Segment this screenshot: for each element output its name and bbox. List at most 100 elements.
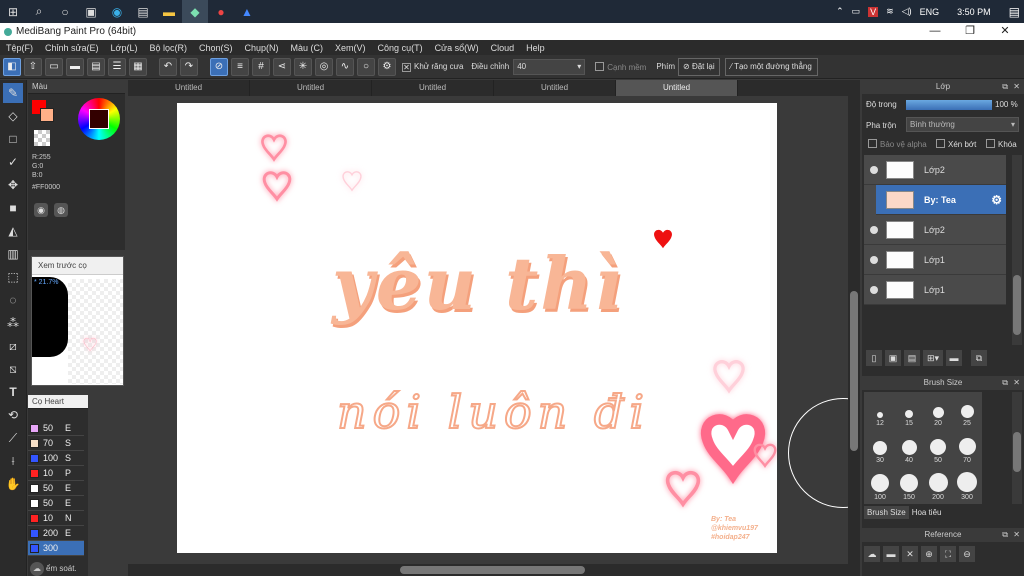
tab-untitled-4[interactable]: Untitled [494,80,616,96]
parallel-snap-icon[interactable]: ≡ [231,57,249,76]
vertical-scrollbar[interactable] [848,96,860,564]
brush-size-option[interactable]: 150 [895,470,923,506]
drawing-canvas[interactable]: yêu thì nói luôn đi By: Tea @khiemvu197 … [177,103,777,553]
brush-list-item[interactable]: 50 E [28,421,84,436]
chrome-icon[interactable]: ● [208,0,234,23]
folder-icon[interactable]: ▬ [946,350,962,366]
vivaldi-icon[interactable]: V [868,6,879,17]
vertical-scroll-thumb[interactable] [850,291,858,451]
notification-icon[interactable]: ▤ [1009,5,1020,19]
cloud-upload-icon[interactable]: ☁ [864,546,880,562]
move-tool-icon[interactable]: ✥ [3,175,23,195]
operation-tool-icon[interactable]: ⟲ [3,405,23,425]
edge-icon[interactable]: ◉ [104,0,130,23]
list-icon[interactable]: ☰ [108,57,126,76]
layer-scrollbar[interactable] [1012,155,1022,345]
rectangle-tool-icon[interactable]: □ [3,129,23,149]
menu-cloud[interactable]: Cloud [485,43,521,53]
brush-size-option[interactable]: 20 [924,396,952,432]
zoom-in-icon[interactable]: ⊕ [921,546,937,562]
close-panel-icon[interactable]: ✕ [1013,528,1020,542]
reset-button[interactable]: ⊘ Đặt lại [678,57,720,76]
menu-file[interactable]: Tệp(F) [0,43,39,53]
settings-gear-icon[interactable]: ⚙ [378,57,396,76]
store-icon[interactable]: ▤ [130,0,156,23]
brush-size-option[interactable]: 30 [866,433,894,469]
menu-window[interactable]: Cửa sổ(W) [429,43,485,53]
brush-size-option[interactable]: 70 [953,433,981,469]
brush-size-scrollbar[interactable] [1012,392,1022,504]
undo-icon[interactable]: ↶ [159,57,177,76]
curve-snap-icon[interactable]: ∿ [336,57,354,76]
zoom-out-icon[interactable]: ⊖ [959,546,975,562]
eyedropper-tool-icon[interactable]: ⟊ [3,451,23,471]
brush-list-item[interactable]: 300 [28,541,84,556]
menu-color[interactable]: Màu (C) [285,43,330,53]
task-view-icon[interactable]: ▣ [78,0,104,23]
magic-wand-tool-icon[interactable]: ⁂ [3,313,23,333]
close-reference-icon[interactable]: ✕ [902,546,918,562]
text-tool-icon[interactable]: T [3,382,23,402]
palette-add-icon[interactable]: ◍ [54,203,68,217]
fill-rect-tool-icon[interactable]: ■ [3,198,23,218]
cloud-icon[interactable]: ☁ [30,562,44,576]
tab-untitled-1[interactable]: Untitled [128,80,250,96]
brush-list-item[interactable]: 10 P [28,466,84,481]
grid-list-icon[interactable]: ▦ [129,57,147,76]
volume-icon[interactable]: ◁) [902,6,912,17]
cortana-icon[interactable]: ○ [52,0,78,23]
hand-tool-icon[interactable]: ✋ [3,474,23,494]
open-folder-icon[interactable]: ▬ [883,546,899,562]
divide-tool-icon[interactable]: ⟋ [3,428,23,448]
wifi-icon[interactable]: ≋ [886,6,894,17]
tab-brush-size[interactable]: Brush Size [864,506,909,519]
popout-icon[interactable]: ⧉ [1002,80,1008,94]
page-icon[interactable]: ▤ [87,57,105,76]
menu-help[interactable]: Help [520,43,551,53]
close-panel-icon[interactable]: ✕ [1013,80,1020,94]
fit-icon[interactable]: ⛶ [940,546,956,562]
brush-tool-icon[interactable]: ✎ [3,83,23,103]
menu-edit[interactable]: Chỉnh sửa(E) [39,43,105,53]
layer-item[interactable]: Lớp2 [864,155,1006,185]
chat-icon[interactable]: ▬ [66,57,84,76]
windows-start-icon[interactable]: ⊞ [0,0,26,23]
brush-size-option[interactable]: 15 [895,396,923,432]
select-pen-tool-icon[interactable]: ⧄ [3,336,23,356]
upload-icon[interactable]: ⇧ [24,57,42,76]
layer-item[interactable]: Lớp1 [864,275,1006,305]
preview-canvas-view[interactable] [32,277,68,357]
horizontal-scrollbar[interactable] [128,564,860,576]
layer-scroll-thumb[interactable] [1013,275,1021,335]
new-layer-icon[interactable]: ▯ [866,350,882,366]
duplicate-icon[interactable]: ⧉ [971,350,987,366]
fill-tool-icon[interactable]: ◧ [3,57,21,76]
secondary-color-swatch[interactable] [40,108,54,122]
menu-layer[interactable]: Lớp(L) [105,43,144,53]
brush-list-item[interactable]: 50 E [28,496,84,511]
maximize-button[interactable]: ❐ [955,23,985,40]
palette-icon[interactable]: ◉ [34,203,48,217]
minimize-button[interactable]: — [920,23,950,40]
adjust-select[interactable]: 40 ▾ [513,58,586,75]
clip-checkbox[interactable]: Xén bớt [936,139,976,149]
comment-icon[interactable]: ▭ [45,57,63,76]
eye-icon[interactable] [870,285,878,294]
brush-size-option[interactable]: 300 [953,470,981,506]
color-wheel[interactable] [78,98,120,140]
horizontal-scroll-thumb[interactable] [400,566,585,574]
blend-select[interactable]: Bình thường ▾ [906,117,1019,132]
search-icon[interactable]: ⌕ [26,0,52,23]
brush-size-option[interactable]: 50 [924,433,952,469]
close-panel-icon[interactable]: ✕ [1013,376,1020,390]
eye-icon[interactable] [870,255,878,264]
transparent-color-swatch[interactable] [34,130,50,146]
medibang-taskbar-icon[interactable]: ◆ [182,0,208,23]
language-indicator[interactable]: ENG [920,7,940,17]
eraser-tool-icon[interactable]: ◇ [3,106,23,126]
brush-size-scroll-thumb[interactable] [1013,432,1021,472]
brush-list-item[interactable]: 70 S [28,436,84,451]
brush-list-item[interactable]: 50 E [28,481,84,496]
layer-item-selected[interactable]: By: Tea ⚙ [876,185,1006,215]
lock-checkbox[interactable]: Khóa [986,139,1017,149]
